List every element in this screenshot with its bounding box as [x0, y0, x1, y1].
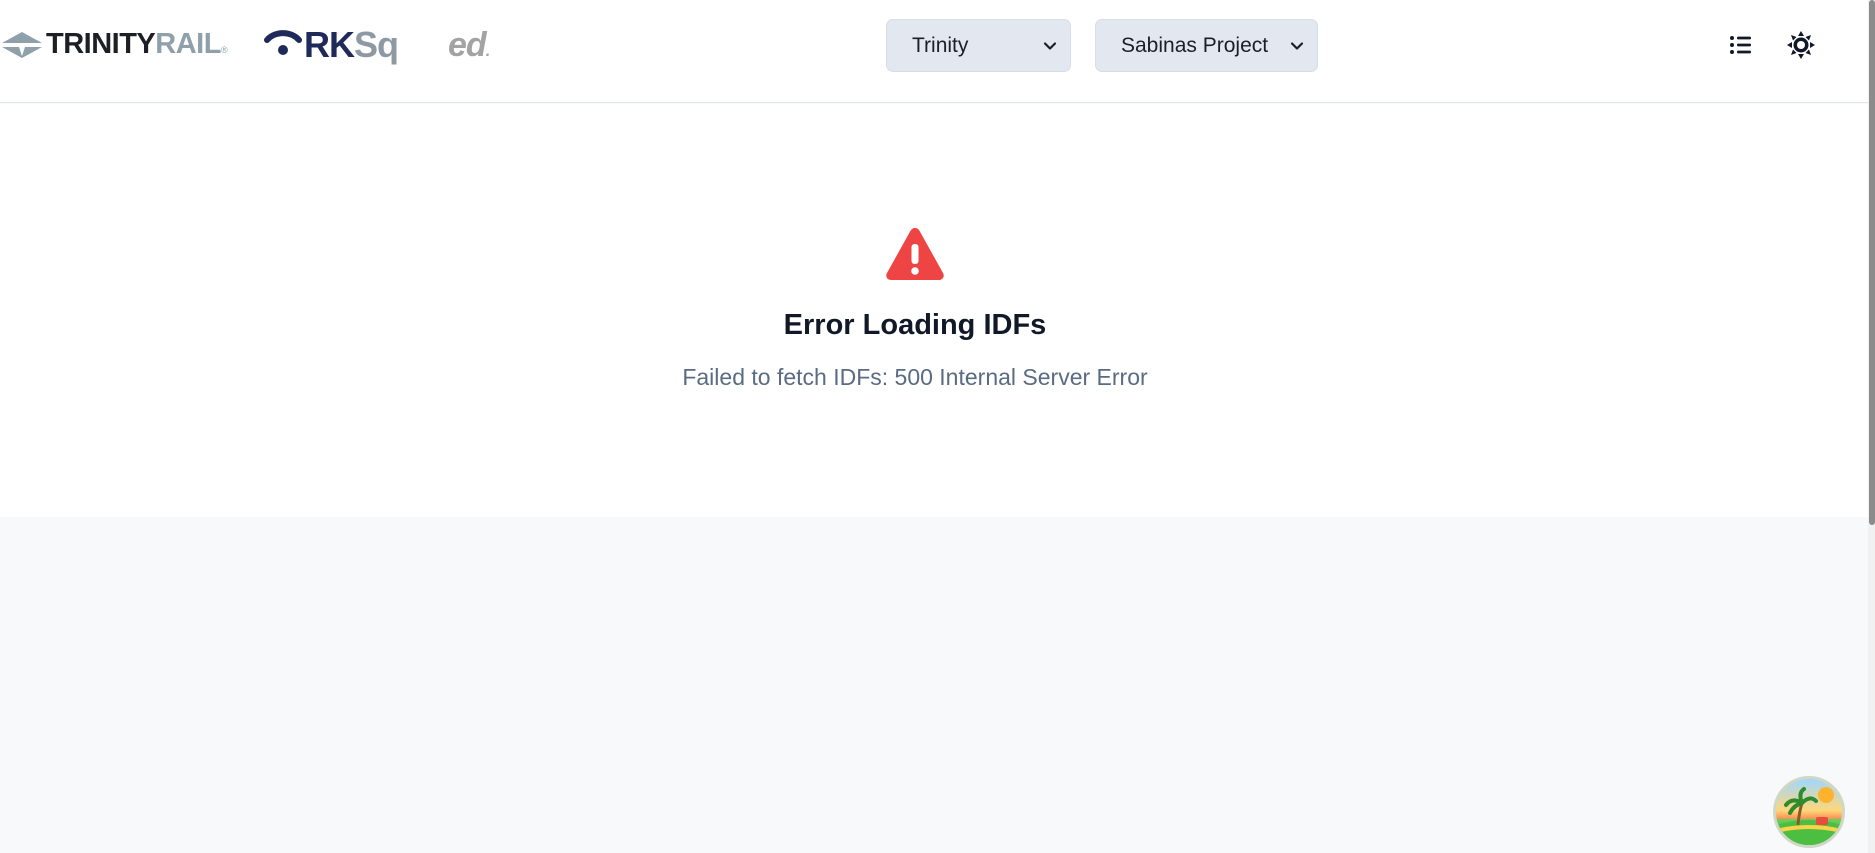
ed-logo[interactable]: ed. [446, 24, 496, 64]
company-select-value: Trinity [912, 33, 969, 57]
rksq-wordmark: RKSq [304, 24, 399, 66]
warning-triangle-icon [886, 228, 944, 280]
error-panel: Error Loading IDFs Failed to fetch IDFs:… [0, 104, 1868, 517]
ed-wordmark: ed. [448, 26, 491, 65]
registered-mark: ® [220, 45, 228, 55]
rk-text: RK [304, 24, 355, 65]
error-title: Error Loading IDFs [783, 309, 1047, 341]
sq-text: Sq [354, 24, 399, 65]
error-message: Failed to fetch IDFs: 500 Internal Serve… [682, 364, 1148, 390]
project-select[interactable]: Sabinas Project [1095, 19, 1318, 72]
sun-icon [1787, 31, 1815, 59]
vertical-scrollbar[interactable] [1868, 0, 1875, 853]
trinityrail-wordmark: TRINITYRAIL® [46, 28, 228, 61]
company-select[interactable]: Trinity [886, 19, 1071, 72]
app-root: TRINITYRAIL® RKSq ed. Trinity Sabinas Pr… [0, 0, 1875, 853]
top-header: TRINITYRAIL® RKSq ed. Trinity Sabinas Pr… [0, 0, 1868, 103]
project-select-value: Sabinas Project [1121, 33, 1269, 57]
list-view-button[interactable] [1726, 30, 1756, 60]
trinityrail-logo[interactable]: TRINITYRAIL® [0, 24, 250, 64]
rksq-logo[interactable]: RKSq [262, 24, 402, 66]
island-avatar-icon [1776, 787, 1842, 845]
chevron-down-icon [1290, 42, 1304, 50]
list-icon [1730, 36, 1751, 54]
floating-avatar-button[interactable] [1773, 776, 1845, 848]
trinity-arrow-icon [2, 32, 42, 58]
trinity-text: TRINITY [46, 28, 156, 60]
chevron-down-icon [1043, 42, 1057, 50]
scrollbar-thumb[interactable] [1869, 0, 1875, 525]
ed-dot: . [485, 43, 491, 60]
ed-text: ed [448, 26, 487, 64]
signal-arc-icon [264, 30, 302, 55]
theme-toggle-button[interactable] [1786, 30, 1816, 60]
rail-text: RAIL [155, 28, 221, 60]
